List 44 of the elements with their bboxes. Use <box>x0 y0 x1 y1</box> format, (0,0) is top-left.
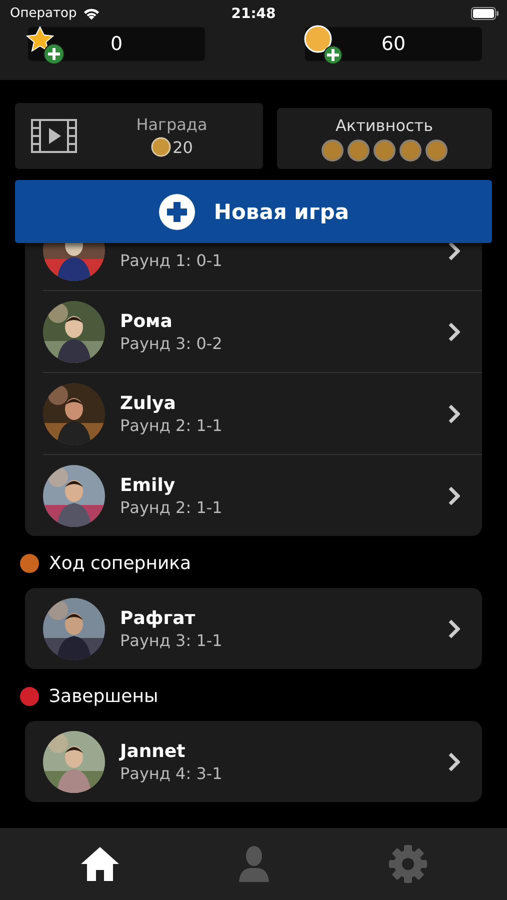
game-row[interactable]: Zulya Раунд 2: 1-1 <box>43 373 482 455</box>
chevron-icon <box>448 486 460 506</box>
round-score: Раунд 1: 0-1 <box>120 251 224 270</box>
chevron-icon <box>448 404 460 424</box>
home-icon <box>78 845 121 883</box>
game-row[interactable]: Раунд 1: 0-1 <box>43 243 482 291</box>
reward-label: Награда <box>136 115 208 134</box>
reward-amount: 20 <box>172 138 193 156</box>
player-name: Jannet <box>120 740 186 762</box>
game-row[interactable]: Рома Раунд 3: 0-2 <box>43 291 482 373</box>
round-score: Раунд 4: 3-1 <box>120 764 224 782</box>
coin-icon <box>150 137 171 157</box>
plus-icon <box>158 192 196 230</box>
section-title: Завершены <box>49 686 158 707</box>
chevron-icon <box>448 241 460 261</box>
stars-count: 0 <box>110 33 123 55</box>
round-score: Раунд 2: 1-1 <box>120 498 224 516</box>
wifi-icon <box>82 6 101 20</box>
battery-icon <box>471 7 499 20</box>
player-name: Zulya <box>120 392 177 414</box>
round-score: Раунд 3: 1-1 <box>120 630 224 650</box>
game-row[interactable]: Jannet Раунд 4: 3-1 <box>43 721 482 802</box>
new-game-button[interactable]: Новая игра <box>15 180 492 243</box>
user-icon <box>238 845 270 883</box>
player-name: Emily <box>120 474 176 496</box>
coins-count: 60 <box>381 33 406 55</box>
game-row[interactable]: Рафгат Раунд 3: 1-1 <box>43 588 482 669</box>
section-title: Ход соперника <box>49 553 192 574</box>
player-name: Рафгат <box>120 608 196 628</box>
round-score: Раунд 2: 1-1 <box>120 416 224 434</box>
chevron-icon <box>448 322 460 342</box>
coin-add-icon[interactable] <box>303 25 343 65</box>
game-row[interactable]: Emily Раунд 2: 1-1 <box>43 455 482 536</box>
chevron-icon <box>448 618 460 638</box>
star-add-icon[interactable] <box>26 25 66 65</box>
video-play-icon <box>31 119 77 153</box>
settings-icon <box>388 844 428 884</box>
activity-label: Активность <box>335 116 434 134</box>
player-name: Рома <box>120 310 174 332</box>
chevron-icon <box>448 752 460 772</box>
reward-card[interactable]: Награда 20 <box>15 103 262 169</box>
clock-time: 21:48 <box>231 6 276 22</box>
round-score: Раунд 3: 0-2 <box>120 334 224 352</box>
carrier-name: Оператор <box>10 6 77 21</box>
